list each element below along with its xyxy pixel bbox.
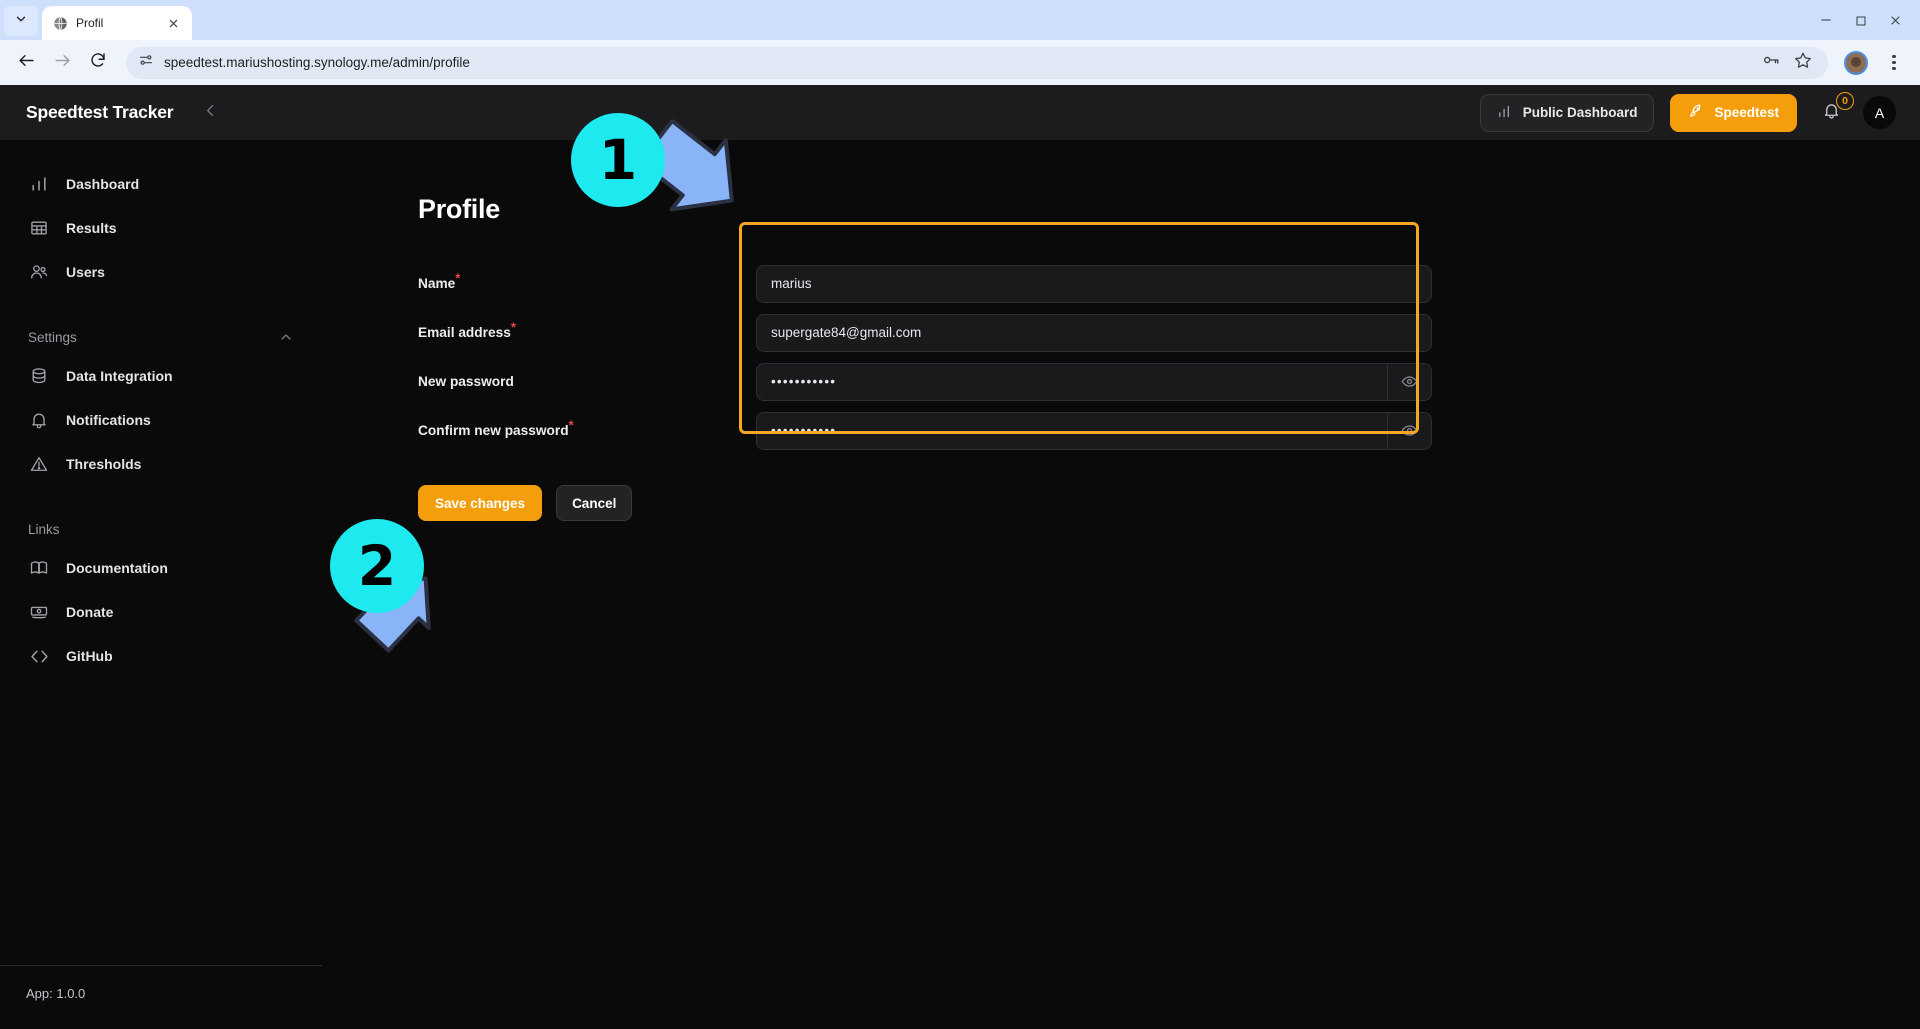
app-title: Speedtest Tracker	[26, 102, 173, 123]
application-window: Speedtest Tracker Public Dashboard Speed…	[0, 85, 1920, 1029]
confirm-password-label: Confirm new password*	[418, 423, 756, 438]
required-marker: *	[455, 270, 460, 285]
arrow-left-icon	[17, 51, 36, 75]
eye-icon[interactable]	[1387, 364, 1431, 400]
new-password-input[interactable]: •••••••••••	[757, 364, 1387, 400]
form-row-new-password: New password •••••••••••	[418, 357, 1920, 406]
chevron-up-icon[interactable]	[278, 329, 294, 345]
bar-chart-icon	[28, 173, 50, 195]
sidebar-item-results[interactable]: Results	[0, 206, 322, 250]
sidebar: Dashboard Results Users Settings	[0, 140, 322, 1029]
sidebar-item-label: Data Integration	[66, 368, 173, 384]
save-changes-button[interactable]: Save changes	[418, 485, 542, 521]
new-password-label: New password	[418, 374, 756, 389]
database-icon	[28, 365, 50, 387]
browser-tab[interactable]: Profil	[42, 6, 192, 40]
confirm-password-input[interactable]: •••••••••••	[757, 413, 1387, 449]
page-settings-icon[interactable]	[138, 52, 154, 73]
sidebar-item-thresholds[interactable]: Thresholds	[0, 442, 322, 486]
name-input[interactable]: marius	[756, 265, 1432, 303]
window-minimize-button[interactable]	[1819, 13, 1833, 32]
sidebar-item-label: Documentation	[66, 560, 168, 576]
warning-triangle-icon	[28, 453, 50, 475]
sidebar-group-links: Links	[0, 512, 322, 546]
app-header: Speedtest Tracker Public Dashboard Speed…	[0, 85, 1920, 140]
back-button[interactable]	[10, 47, 42, 79]
sidebar-item-label: Donate	[66, 604, 113, 620]
notification-count-badge: 0	[1836, 92, 1854, 110]
sidebar-item-label: Results	[66, 220, 117, 236]
sidebar-item-donate[interactable]: Donate	[0, 590, 322, 634]
forward-button[interactable]	[46, 47, 78, 79]
banknote-icon	[28, 601, 50, 623]
form-actions: Save changes Cancel	[418, 485, 1920, 521]
sidebar-item-label: Thresholds	[66, 456, 141, 472]
name-label: Name*	[418, 276, 756, 291]
rocket-icon	[1688, 103, 1705, 123]
globe-icon	[52, 15, 68, 31]
required-marker: *	[569, 417, 574, 432]
sidebar-item-label: GitHub	[66, 648, 113, 664]
sidebar-item-label: Dashboard	[66, 176, 139, 192]
app-version: App: 1.0.0	[0, 965, 322, 1029]
window-maximize-button[interactable]	[1855, 14, 1867, 32]
sidebar-item-documentation[interactable]: Documentation	[0, 546, 322, 590]
sidebar-collapse-button[interactable]	[197, 100, 223, 126]
confirm-password-field[interactable]: •••••••••••	[756, 412, 1432, 450]
sidebar-item-github[interactable]: GitHub	[0, 634, 322, 678]
table-icon	[28, 217, 50, 239]
sidebar-item-users[interactable]: Users	[0, 250, 322, 294]
public-dashboard-button[interactable]: Public Dashboard	[1480, 94, 1655, 132]
form-row-email: Email address* supergate84@gmail.com	[418, 308, 1920, 357]
arrow-right-icon	[53, 51, 72, 75]
cancel-button[interactable]: Cancel	[556, 485, 632, 521]
browser-toolbar: speedtest.mariushosting.synology.me/admi…	[0, 40, 1920, 85]
page-title: Profile	[418, 194, 1920, 225]
reload-button[interactable]	[82, 47, 114, 79]
star-icon[interactable]	[1794, 51, 1812, 74]
users-icon	[28, 261, 50, 283]
sidebar-item-label: Users	[66, 264, 105, 280]
notifications-button[interactable]: 0	[1819, 99, 1843, 127]
browser-tab-strip: Profil	[0, 0, 1920, 40]
chevron-down-icon	[14, 12, 28, 31]
code-icon	[28, 645, 50, 667]
book-icon	[28, 557, 50, 579]
app-body: Dashboard Results Users Settings	[0, 140, 1920, 1029]
sidebar-group-label: Settings	[28, 330, 278, 345]
window-close-button[interactable]	[1889, 14, 1902, 32]
address-bar-url: speedtest.mariushosting.synology.me/admi…	[164, 55, 1752, 70]
close-icon[interactable]	[164, 14, 182, 32]
speedtest-button[interactable]: Speedtest	[1670, 94, 1797, 132]
required-marker: *	[511, 319, 516, 334]
user-avatar[interactable]: A	[1863, 96, 1896, 129]
email-input[interactable]: supergate84@gmail.com	[756, 314, 1432, 352]
key-icon[interactable]	[1762, 51, 1780, 74]
browser-menu-button[interactable]	[1878, 47, 1910, 79]
sidebar-item-notifications[interactable]: Notifications	[0, 398, 322, 442]
sidebar-group-label: Links	[28, 522, 294, 537]
sidebar-item-label: Notifications	[66, 412, 151, 428]
address-bar[interactable]: speedtest.mariushosting.synology.me/admi…	[126, 47, 1828, 79]
chevron-left-icon	[202, 102, 219, 124]
sidebar-item-data-integration[interactable]: Data Integration	[0, 354, 322, 398]
form-row-confirm-password: Confirm new password* •••••••••••	[418, 406, 1920, 455]
new-password-field[interactable]: •••••••••••	[756, 363, 1432, 401]
sidebar-item-dashboard[interactable]: Dashboard	[0, 162, 322, 206]
profile-form: Name* marius Email address* supergate84@…	[418, 259, 1920, 455]
reload-icon	[89, 51, 107, 74]
bar-chart-icon	[1497, 103, 1514, 123]
chrome-profile-avatar[interactable]	[1844, 51, 1868, 75]
public-dashboard-label: Public Dashboard	[1523, 105, 1638, 120]
speedtest-label: Speedtest	[1714, 105, 1779, 120]
kebab-menu-icon	[1884, 55, 1904, 71]
form-row-name: Name* marius	[418, 259, 1920, 308]
tab-search-button[interactable]	[4, 6, 38, 36]
sidebar-group-settings[interactable]: Settings	[0, 320, 322, 354]
eye-icon[interactable]	[1387, 413, 1431, 449]
email-label: Email address*	[418, 325, 756, 340]
browser-tab-title: Profil	[76, 16, 156, 30]
bell-icon	[28, 409, 50, 431]
main-content: Profile Name* marius Email address*	[322, 140, 1920, 1029]
